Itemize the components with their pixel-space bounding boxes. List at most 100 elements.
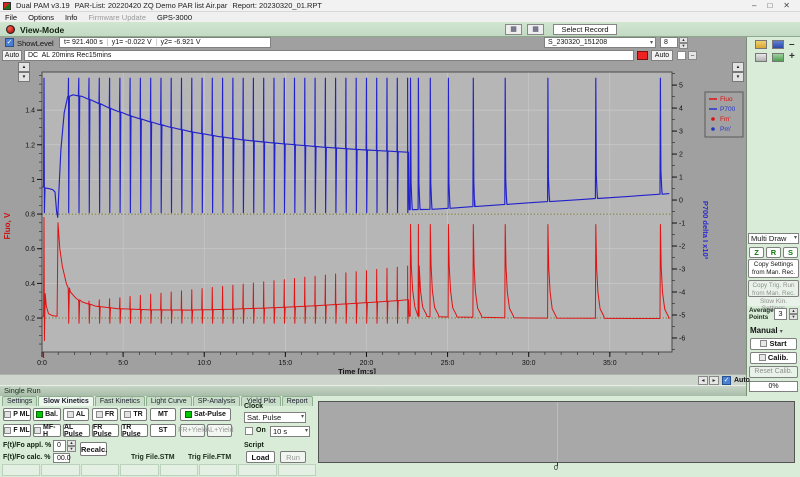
time-scrollbar[interactable]: ◂ ▸ ✓ Auto [0, 374, 746, 385]
menu-info[interactable]: Info [65, 13, 78, 22]
menu-gps-3000[interactable]: GPS-3000 [157, 13, 192, 22]
zrs-button-s[interactable]: S [783, 247, 798, 258]
ctl-fr-pulse-button[interactable]: FR Pulse [92, 424, 119, 437]
mf-h-checkbox[interactable] [34, 427, 41, 434]
zrs-button-r[interactable]: R [766, 247, 781, 258]
check-icon: ✓ [724, 377, 730, 384]
average-points-value[interactable]: 3 [774, 308, 787, 320]
mode-dropdown[interactable]: Manual ▾ [750, 326, 783, 335]
tab-sp-analysis[interactable]: SP-Analysis [193, 396, 241, 406]
down-arrow-icon[interactable]: ▼ [18, 72, 30, 82]
menu-file[interactable]: File [5, 13, 17, 22]
average-points-stepper[interactable]: ▲ ▼ [789, 308, 798, 320]
svg-text:4: 4 [679, 106, 683, 113]
ctl-bal--button[interactable]: Bal. [33, 408, 61, 421]
tab-report[interactable]: Report [282, 396, 313, 406]
comment-field[interactable]: DC AL 20mins Rec15mins [24, 50, 634, 61]
fr-checkbox[interactable] [96, 411, 103, 418]
menu-options[interactable]: Options [28, 13, 54, 22]
right-scale-stepper[interactable]: ▲ ▼ [732, 62, 744, 82]
auto-scale-button[interactable]: Auto [2, 50, 22, 61]
ctl-f-ml-button[interactable]: F ML [3, 424, 31, 437]
script-load-button[interactable]: Load [246, 451, 275, 463]
record-color-swatch[interactable] [637, 51, 648, 60]
fo-appl-input[interactable]: 0 [53, 440, 66, 452]
table-view-button[interactable]: ▦ [505, 24, 522, 35]
ctl-fr-button[interactable]: FR [92, 408, 118, 421]
button-label: ST [159, 427, 168, 434]
auto-color-button[interactable]: Auto [651, 50, 673, 61]
calib-button[interactable]: Calib. [750, 352, 797, 364]
up-arrow-icon[interactable]: ▲ [732, 62, 744, 72]
calib-checkbox[interactable] [759, 354, 766, 361]
tab-settings[interactable]: Settings [2, 396, 37, 406]
ctl-al-button[interactable]: AL [63, 408, 89, 421]
left-scale-stepper[interactable]: ▲ ▼ [18, 62, 30, 82]
trig-file-stm-label[interactable]: Trig File.STM [131, 454, 175, 461]
chart-canvas[interactable]: 0:05:010:015:020:025:030:035:0Time [m:s]… [0, 58, 746, 374]
save-icon[interactable] [772, 40, 784, 49]
show-level-checkbox[interactable]: ✓ [5, 38, 14, 47]
printer-icon[interactable] [755, 53, 767, 62]
down-arrow-icon[interactable]: ▼ [732, 72, 744, 82]
clock-mode-dropdown[interactable]: Sat. Pulse▾ [244, 412, 306, 423]
close-button[interactable]: ✕ [783, 1, 790, 10]
scroll-right-button[interactable]: ▸ [709, 376, 719, 385]
ctl-al-pulse-button[interactable]: AL Pulse [63, 424, 90, 437]
ctl-tr-button[interactable]: TR [120, 408, 147, 421]
multi-draw-dropdown[interactable]: Multi Draw▾ [748, 233, 799, 244]
open-folder-icon[interactable] [755, 40, 767, 49]
tab-fast-kinetics[interactable]: Fast Kinetics [95, 396, 145, 406]
app-icon [3, 2, 11, 10]
scroll-left-button[interactable]: ◂ [698, 376, 708, 385]
start-button[interactable]: Start [750, 338, 797, 350]
tab-slow-kinetics[interactable]: Slow Kinetics [38, 396, 94, 406]
dash-icon[interactable]: – [688, 51, 697, 60]
kinetics-chart[interactable]: 0:05:010:015:020:025:030:035:0Time [m:s]… [0, 58, 746, 374]
minimize-button[interactable]: – [752, 1, 756, 10]
ctl-st-button[interactable]: ST [150, 424, 176, 437]
recalc-button[interactable]: Recalc. [80, 442, 107, 456]
record-dropdown[interactable]: S_230320_151208▾ [544, 37, 656, 48]
record-number-input[interactable]: 8 [660, 37, 678, 48]
marker-checkbox[interactable] [677, 51, 686, 60]
down-arrow-icon[interactable]: ▼ [67, 446, 76, 452]
up-arrow-icon[interactable]: ▲ [18, 62, 30, 72]
scroll-auto-checkbox[interactable]: ✓ [722, 376, 731, 385]
svg-text:5: 5 [679, 83, 683, 90]
ctl-sat-pulse-button[interactable]: Sat-Pulse [180, 408, 231, 421]
zoom-in-button[interactable]: + [789, 52, 795, 61]
ctl-mf-h-button[interactable]: MF-H [33, 424, 61, 437]
record-mode-icon [6, 25, 15, 34]
down-arrow-icon[interactable]: ▼ [679, 43, 688, 49]
tr-checkbox[interactable] [124, 411, 131, 418]
ctl-tr-pulse-button[interactable]: TR Pulse [121, 424, 148, 437]
tab-light-curve[interactable]: Light Curve [146, 396, 192, 406]
fo-calc-label: F(t)/Fo calc. % [3, 454, 50, 461]
fo-appl-stepper[interactable]: ▲ ▼ [67, 440, 76, 452]
copy-settings-button[interactable]: Copy Settings from Man. Rec. [748, 259, 799, 278]
button-label: AL Pulse [64, 424, 89, 438]
maximize-button[interactable]: □ [767, 1, 772, 10]
window-title-report: Report: 20230320_01.RPT [232, 1, 322, 10]
down-arrow-icon[interactable]: ▼ [789, 314, 798, 320]
export-icon[interactable] [772, 53, 784, 62]
fast-kinetics-plot[interactable] [318, 401, 795, 463]
window-title-app: Dual PAM v3.19 [16, 1, 70, 10]
trig-file-ftm-label[interactable]: Trig File.FTM [188, 454, 231, 461]
ctl-mt-button[interactable]: MT [150, 408, 176, 421]
clock-interval-dropdown[interactable]: 10 s▾ [270, 426, 310, 437]
report-view-button[interactable]: ▦ [527, 24, 544, 35]
p-ml-checkbox[interactable] [4, 411, 11, 418]
record-number-stepper[interactable]: ▲ ▼ [679, 37, 688, 48]
zoom-out-button[interactable]: – [789, 40, 795, 49]
clock-on-checkbox[interactable] [245, 427, 253, 435]
sat-pulse-checkbox[interactable] [185, 411, 192, 418]
zrs-button-z[interactable]: Z [749, 247, 764, 258]
select-record-button[interactable]: Select Record [553, 24, 617, 35]
ctl-p-ml-button[interactable]: P ML [3, 408, 31, 421]
f-ml-checkbox[interactable] [4, 427, 11, 434]
start-checkbox[interactable] [760, 340, 767, 347]
al-checkbox[interactable] [67, 411, 74, 418]
bal--checkbox[interactable] [36, 411, 43, 418]
